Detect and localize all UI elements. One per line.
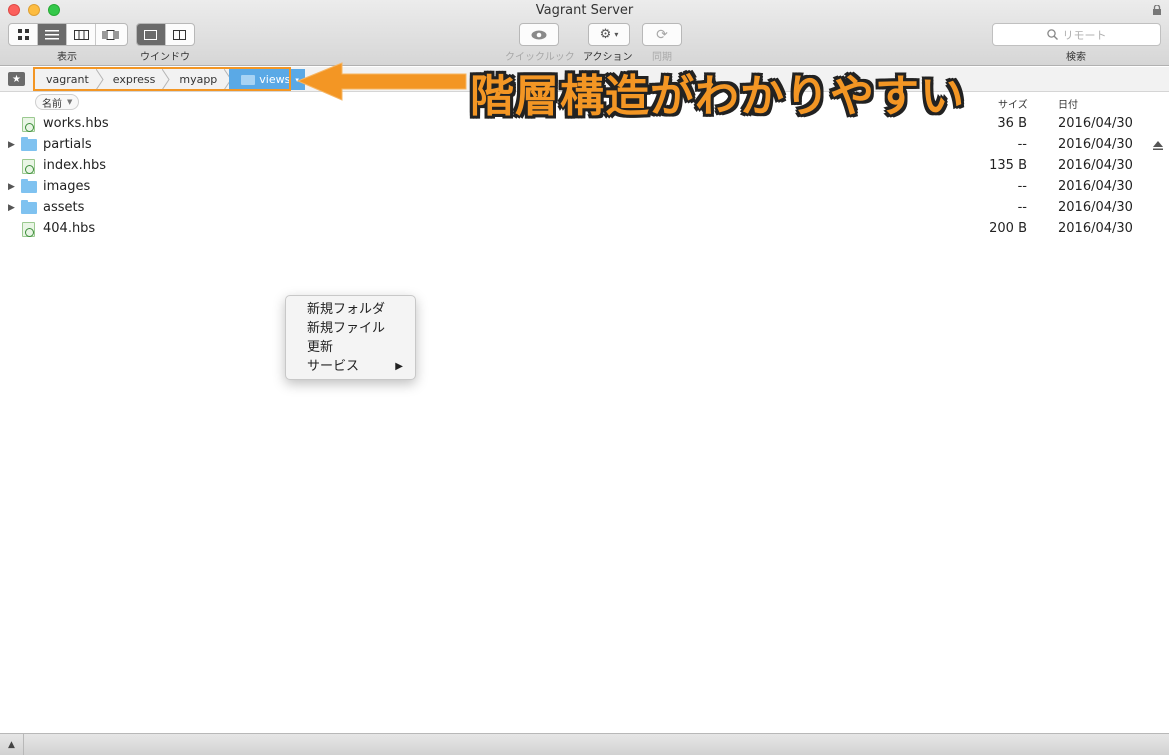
file-date: 2016/04/30 xyxy=(1058,137,1133,152)
chevron-down-icon: ▼ xyxy=(67,98,73,106)
column-view-button[interactable] xyxy=(67,24,96,45)
columns-icon xyxy=(73,29,89,40)
quicklook-button[interactable] xyxy=(519,23,559,46)
date-column-header[interactable]: 日付 xyxy=(1058,96,1078,111)
sync-icon: ⟳ xyxy=(656,26,668,43)
favorites-button[interactable]: ★ xyxy=(8,72,25,86)
disclosure-triangle-icon[interactable]: ▶ xyxy=(8,140,15,150)
folder-icon xyxy=(21,200,37,214)
file-size: -- xyxy=(1017,200,1027,215)
file-name: index.hbs xyxy=(43,158,106,173)
file-date: 2016/04/30 xyxy=(1058,158,1133,173)
single-pane-button[interactable] xyxy=(137,24,166,45)
file-date: 2016/04/30 xyxy=(1058,116,1133,131)
menu-item-services[interactable]: サービス ▶ xyxy=(286,357,415,376)
file-size: -- xyxy=(1017,137,1027,152)
menu-item-label: サービス xyxy=(307,359,360,374)
submenu-arrow-icon: ▶ xyxy=(395,361,403,372)
folder-icon xyxy=(21,179,37,193)
folder-row-assets[interactable]: ▶ assets -- 2016/04/30 xyxy=(0,198,1169,219)
gear-icon: ⚙ xyxy=(599,27,612,42)
disclosure-triangle-icon[interactable]: ▶ xyxy=(8,203,15,213)
chevron-down-icon: ▾ xyxy=(614,30,619,39)
file-name: assets xyxy=(43,200,85,215)
window-mode-control[interactable] xyxy=(136,23,195,46)
sync-button[interactable]: ⟳ xyxy=(642,23,682,46)
file-name: partials xyxy=(43,137,92,152)
view-mode-control[interactable] xyxy=(8,23,128,46)
list-view-button[interactable] xyxy=(38,24,67,45)
size-column-header[interactable]: サイズ xyxy=(998,96,1028,111)
file-row-404[interactable]: 404.hbs 200 B 2016/04/30 xyxy=(0,219,1169,240)
folder-row-partials[interactable]: ▶ partials -- 2016/04/30 xyxy=(0,135,1169,156)
annotation-callout-text: 階層構造がわかりやすい xyxy=(470,71,965,122)
icon-view-button[interactable] xyxy=(9,24,38,45)
coverflow-icon xyxy=(102,29,119,40)
menu-item-new-folder[interactable]: 新規フォルダ xyxy=(286,300,415,319)
action-button[interactable]: ⚙ ▾ xyxy=(588,23,630,46)
file-size: 135 B xyxy=(989,158,1027,173)
handlebars-file-icon xyxy=(22,159,35,174)
search-label: 検索 xyxy=(1066,52,1086,63)
menu-item-refresh[interactable]: 更新 xyxy=(286,338,415,357)
folder-icon xyxy=(21,137,37,151)
search-icon xyxy=(1046,29,1058,40)
file-name: images xyxy=(43,179,91,194)
file-row-index[interactable]: index.hbs 135 B 2016/04/30 xyxy=(0,156,1169,177)
annotation-arrow xyxy=(296,62,467,101)
file-size: 200 B xyxy=(989,221,1027,236)
folder-row-images[interactable]: ▶ images -- 2016/04/30 xyxy=(0,177,1169,198)
file-size: -- xyxy=(1017,179,1027,194)
sort-by-name-button[interactable]: 名前 ▼ xyxy=(35,94,80,110)
lock-icon xyxy=(1153,5,1161,15)
window-title: Vagrant Server xyxy=(535,3,634,18)
file-date: 2016/04/30 xyxy=(1058,179,1133,194)
file-name: works.hbs xyxy=(43,116,109,131)
status-bar: ▲ xyxy=(0,733,1169,755)
grid-icon xyxy=(17,29,29,40)
file-name: 404.hbs xyxy=(43,221,96,236)
handlebars-file-icon xyxy=(22,222,35,237)
eye-icon xyxy=(531,30,547,39)
breadcrumb-highlight-box xyxy=(33,67,291,91)
dual-pane-button[interactable] xyxy=(166,24,194,45)
file-size: 36 B xyxy=(997,116,1027,131)
disclosure-triangle-icon[interactable]: ▶ xyxy=(8,182,15,192)
dual-pane-icon xyxy=(173,29,187,40)
name-column-label: 名前 xyxy=(42,98,62,110)
window-label: ウインドウ xyxy=(140,52,190,63)
view-label: 表示 xyxy=(57,52,77,63)
triangle-up-icon: ▲ xyxy=(8,739,15,750)
toggle-panel-button[interactable]: ▲ xyxy=(0,734,24,755)
search-input[interactable]: リモート xyxy=(992,23,1161,46)
single-pane-icon xyxy=(144,29,158,40)
file-date: 2016/04/30 xyxy=(1058,200,1133,215)
title-bar: Vagrant Server 表示 ウインドウ クイックルック ⚙ ▾ アクション… xyxy=(0,0,1169,66)
list-icon xyxy=(45,29,59,39)
file-date: 2016/04/30 xyxy=(1058,221,1133,236)
search-placeholder: リモート xyxy=(1062,28,1107,42)
star-icon: ★ xyxy=(12,73,21,85)
context-menu: 新規フォルダ 新規ファイル 更新 サービス ▶ xyxy=(285,295,416,380)
coverflow-view-button[interactable] xyxy=(96,24,125,45)
handlebars-file-icon xyxy=(22,117,35,132)
menu-item-new-file[interactable]: 新規ファイル xyxy=(286,319,415,338)
